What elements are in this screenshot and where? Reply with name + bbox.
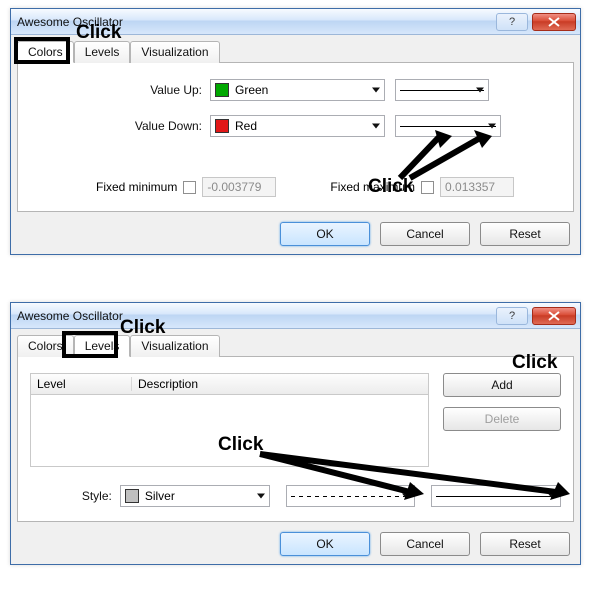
dialog-body: Colors Levels Visualization Value Up: Gr… [11, 35, 580, 254]
chevron-down-icon [372, 88, 380, 93]
reset-button[interactable]: Reset [480, 532, 570, 556]
value-down-color-select[interactable]: Red [210, 115, 385, 137]
fixed-max-checkbox[interactable] [421, 181, 434, 194]
line-preview [400, 90, 484, 91]
chevron-down-icon [488, 124, 496, 129]
button-bar: OK Cancel Reset [17, 522, 574, 558]
chevron-down-icon [402, 494, 410, 499]
fixed-min-label: Fixed minimum [96, 180, 177, 194]
chevron-down-icon [257, 494, 265, 499]
ok-button[interactable]: OK [280, 532, 370, 556]
tab-row: Colors Levels Visualization [17, 331, 574, 357]
color-swatch-green [215, 83, 229, 97]
color-name: Green [235, 83, 268, 97]
titlebar[interactable]: Awesome Oscillator ? [11, 9, 580, 35]
levels-side-buttons: Add Delete [443, 373, 561, 467]
chevron-down-icon [548, 494, 556, 499]
dialog-body: Colors Levels Visualization Level Descri… [11, 329, 580, 564]
style-color-select[interactable]: Silver [120, 485, 270, 507]
value-up-row: Value Up: Green [30, 79, 561, 101]
dashed-line-preview [291, 496, 411, 497]
value-down-line-select[interactable] [395, 115, 501, 137]
ok-button[interactable]: OK [280, 222, 370, 246]
style-row: Style: Silver [30, 485, 561, 507]
value-down-label: Value Down: [30, 119, 210, 133]
tab-content-levels: Level Description Add Delete Style: Silv… [17, 356, 574, 522]
cancel-button[interactable]: Cancel [380, 222, 470, 246]
value-up-label: Value Up: [30, 83, 210, 97]
window-title: Awesome Oscillator [17, 15, 496, 29]
tab-levels[interactable]: Levels [74, 335, 131, 357]
levels-body[interactable] [30, 395, 429, 467]
button-bar: OK Cancel Reset [17, 212, 574, 248]
chevron-down-icon [476, 88, 484, 93]
value-up-line-select[interactable] [395, 79, 489, 101]
tab-row: Colors Levels Visualization [17, 37, 574, 63]
levels-list: Level Description [30, 373, 429, 467]
color-name: Red [235, 119, 257, 133]
col-description[interactable]: Description [131, 377, 428, 391]
dialog-colors: Awesome Oscillator ? Colors Levels Visua… [10, 8, 581, 255]
tab-colors[interactable]: Colors [17, 41, 74, 63]
reset-button[interactable]: Reset [480, 222, 570, 246]
tab-visualization[interactable]: Visualization [130, 335, 219, 357]
window-title: Awesome Oscillator [17, 309, 496, 323]
fixed-row: Fixed minimum -0.003779 Fixed maximum 0.… [30, 177, 561, 197]
dialog-levels: Awesome Oscillator ? Colors Levels Visua… [10, 302, 581, 565]
close-button[interactable] [532, 307, 576, 325]
color-swatch-red [215, 119, 229, 133]
line-preview [436, 496, 556, 497]
help-button[interactable]: ? [496, 13, 528, 31]
close-button[interactable] [532, 13, 576, 31]
help-button[interactable]: ? [496, 307, 528, 325]
col-level[interactable]: Level [31, 377, 131, 391]
tab-content-colors: Value Up: Green Value Down: Red [17, 62, 574, 212]
color-name: Silver [145, 489, 175, 503]
fixed-min-input[interactable]: -0.003779 [202, 177, 276, 197]
chevron-down-icon [372, 124, 380, 129]
levels-header: Level Description [30, 373, 429, 395]
fixed-max-label: Fixed maximum [330, 180, 415, 194]
line-preview [400, 126, 496, 127]
value-down-row: Value Down: Red [30, 115, 561, 137]
tab-visualization[interactable]: Visualization [130, 41, 219, 63]
delete-button: Delete [443, 407, 561, 431]
style-label: Style: [30, 489, 120, 503]
tab-colors[interactable]: Colors [17, 335, 74, 357]
titlebar[interactable]: Awesome Oscillator ? [11, 303, 580, 329]
fixed-min-checkbox[interactable] [183, 181, 196, 194]
tab-levels[interactable]: Levels [74, 41, 131, 63]
cancel-button[interactable]: Cancel [380, 532, 470, 556]
style-weight-select[interactable] [431, 485, 561, 507]
color-swatch-silver [125, 489, 139, 503]
add-button[interactable]: Add [443, 373, 561, 397]
value-up-color-select[interactable]: Green [210, 79, 385, 101]
style-pattern-select[interactable] [286, 485, 416, 507]
fixed-max-input[interactable]: 0.013357 [440, 177, 514, 197]
